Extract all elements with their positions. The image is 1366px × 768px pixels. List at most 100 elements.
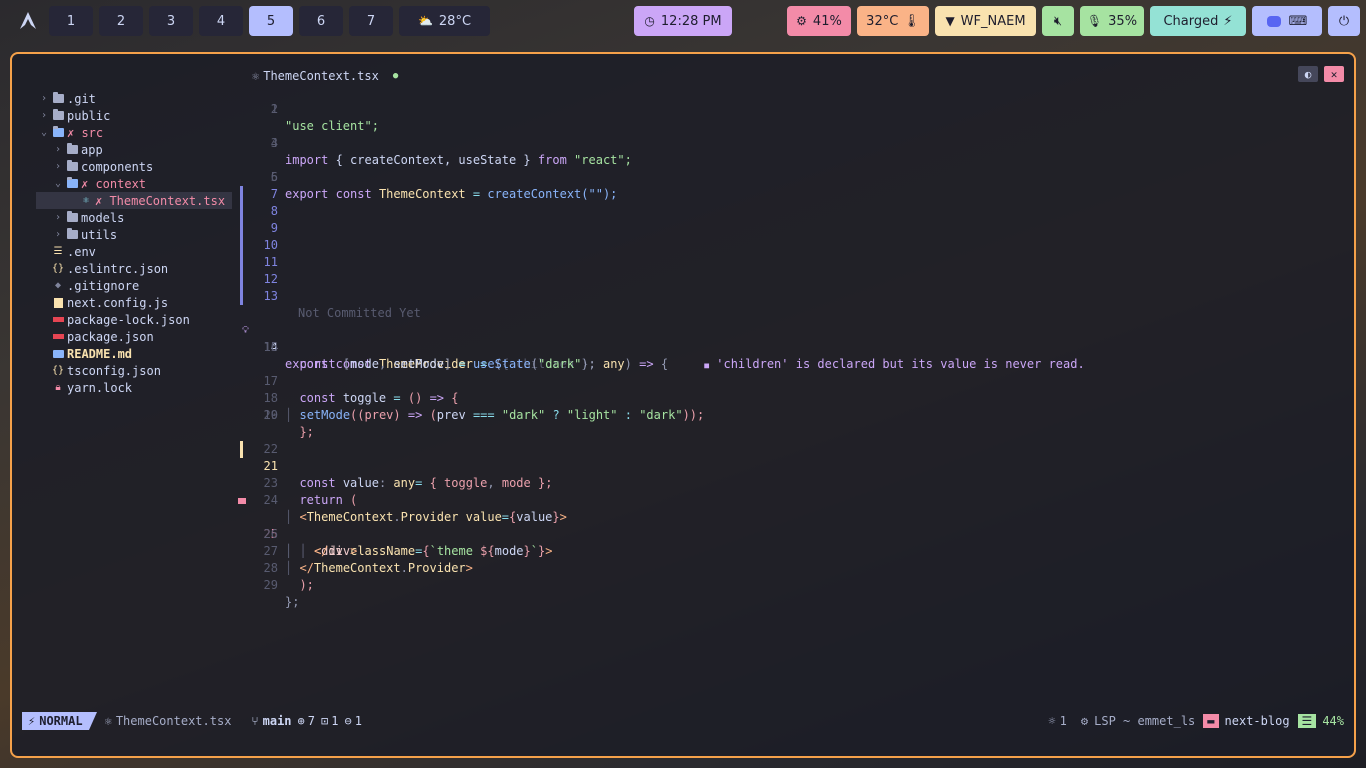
power-icon: ⏻ — [1338, 13, 1350, 29]
code-line: 27 │ </ThemeContext.Provider> — [240, 526, 473, 575]
tree-item-models[interactable]: › models — [52, 209, 124, 226]
line-number: 13 — [263, 289, 278, 303]
workspace-7-button[interactable]: 7 — [349, 6, 393, 36]
removed-count: 1 — [354, 714, 362, 728]
code-editor[interactable]: 1 "use client"; 2 3 import { createConte… — [238, 82, 1340, 722]
folder-icon: ▬ — [1203, 714, 1219, 728]
battery-widget[interactable]: Charged ⚡ — [1150, 6, 1246, 36]
tree-item-label: public — [67, 108, 111, 123]
temperature-widget[interactable]: 32°C 🌡︎ — [857, 6, 929, 36]
file-name: ThemeContext.tsx — [115, 714, 232, 728]
diagnostic-message: 'children' is declared but its value is … — [716, 357, 1085, 371]
tree-item-label: tsconfig.json — [67, 363, 161, 378]
code-text: │ │ </div> — [285, 544, 358, 558]
branch-name: main — [262, 714, 292, 728]
code-line: 29 }; — [240, 560, 300, 609]
code-line: 17 const toggle = () => { — [240, 356, 459, 405]
wifi-icon: ▼ — [945, 14, 955, 28]
diagnostics-hint: ☼ 1 — [1048, 714, 1066, 728]
tree-item-label: models — [81, 210, 125, 225]
tree-item-label: ✗ context — [81, 176, 147, 191]
toggle-icon[interactable]: ◐ — [1298, 66, 1318, 82]
code-line: 28 ); — [240, 543, 314, 592]
tree-item-label: app — [81, 142, 103, 157]
vim-icon: ⚡ — [28, 714, 36, 728]
code-text: │ setMode((prev) => (prev === "dark" ? "… — [285, 408, 705, 422]
code-line: 23 return ( — [240, 458, 358, 507]
cpu-temp: 32°C — [866, 13, 899, 29]
document-icon: ☰ — [1297, 714, 1317, 728]
weather-widget[interactable]: ⛅ 28°C — [399, 6, 490, 36]
tree-item-app[interactable]: › app — [52, 141, 103, 158]
code-text: const toggle = () => { — [299, 391, 459, 405]
progress-percent: 44% — [1322, 714, 1344, 728]
battery-status: Charged — [1163, 13, 1219, 29]
tray-widget[interactable]: ⌨ — [1252, 6, 1322, 36]
workspace-6-button[interactable]: 6 — [299, 6, 343, 36]
code-text: const [mode, setMode] = useState("dark")… — [299, 357, 596, 371]
code-line: 26 │ │ </div> — [240, 509, 358, 558]
tree-item-themecontext[interactable]: ⚛ ✗ ThemeContext.tsx — [36, 192, 232, 209]
wifi-widget[interactable]: ▼ WF_NAEM — [935, 6, 1036, 36]
code-text: const value: any= { toggle, mode }; — [299, 476, 553, 490]
tree-item-utils[interactable]: › utils — [52, 226, 117, 243]
discord-icon[interactable] — [1266, 15, 1281, 27]
tree-item-components[interactable]: › components — [52, 158, 153, 175]
power-button[interactable]: ⏻ — [1328, 6, 1360, 36]
tree-item-yarnlock[interactable]: 🔒︎ yarn.lock — [52, 379, 132, 396]
workspace-2-button[interactable]: 2 — [99, 6, 143, 36]
javascript-icon — [52, 297, 64, 309]
tree-item-src[interactable]: ⌄ ✗ src — [38, 124, 103, 141]
workspace-5-button[interactable]: 5 — [249, 6, 293, 36]
added-count: 7 — [307, 714, 315, 728]
tree-item-label: utils — [81, 227, 118, 242]
tree-item-label: .git — [67, 91, 96, 106]
tree-item-readme[interactable]: README.md — [52, 345, 132, 362]
keyboard-icon[interactable]: ⌨ — [1289, 14, 1308, 29]
clock-widget[interactable]: ◷ 12:28 PM — [634, 6, 732, 36]
tree-item-context[interactable]: ⌄ ✗ context — [52, 175, 146, 192]
tree-item-package[interactable]: package.json — [52, 328, 154, 345]
workspace-1-button[interactable]: 1 — [49, 6, 93, 36]
code-text: return ( — [299, 493, 358, 507]
file-explorer: › .git › public ⌄ ✗ src › app › componen… — [22, 82, 236, 710]
tree-item-label: package-lock.json — [67, 312, 190, 327]
workspace-3-button[interactable]: 3 — [149, 6, 193, 36]
tree-item-label: yarn.lock — [67, 380, 133, 395]
chevron-right-icon: › — [54, 229, 62, 240]
line-number: 10 — [263, 238, 278, 252]
line-number: 12 — [263, 272, 278, 286]
tree-item-public[interactable]: › public — [38, 107, 110, 124]
tree-item-eslintrc[interactable]: {} .eslintrc.json — [52, 260, 168, 277]
code-text: }; — [285, 595, 300, 609]
wifi-ssid: WF_NAEM — [960, 13, 1026, 29]
settings-file-icon: ☰ — [53, 246, 63, 257]
tree-item-env[interactable]: ☰ .env — [52, 243, 96, 260]
git-status: ⑂ main ⊕ 7 ⊡ 1 ⊖ 1 — [251, 714, 362, 728]
tree-item-label: .eslintrc.json — [67, 261, 169, 276]
workspace-4-button[interactable]: 4 — [199, 6, 243, 36]
tree-item-gitignore[interactable]: ◆ .gitignore — [52, 277, 139, 294]
code-line: 13 Not Committed Yet — [240, 288, 421, 320]
tree-item-nextconfig[interactable]: next.config.js — [52, 294, 168, 311]
tree-item-git[interactable]: › .git — [38, 90, 96, 107]
volume-mute-button[interactable]: 🔇︎ — [1042, 6, 1074, 36]
tree-item-package-lock[interactable]: package-lock.json — [52, 311, 190, 328]
separator — [88, 712, 97, 730]
arch-logo-icon[interactable] — [16, 9, 40, 33]
mic-widget[interactable]: 🎙︎ 35% — [1080, 6, 1144, 36]
chevron-down-icon: ⌄ — [40, 127, 48, 138]
chevron-right-icon: › — [40, 110, 48, 121]
added-icon: ⊕ — [297, 714, 305, 728]
tree-item-tsconfig[interactable]: {} tsconfig.json — [52, 362, 161, 379]
code-line: 18 │ setMode((prev) => (prev === "dark" … — [240, 373, 705, 422]
removed-icon: ⊖ — [344, 714, 352, 728]
sun-icon: ☼ — [1048, 714, 1056, 728]
cpu-widget[interactable]: ⚙ 41% — [787, 6, 851, 36]
chevron-right-icon: › — [54, 212, 62, 223]
close-icon[interactable]: ✕ — [1324, 66, 1344, 82]
code-line: 21 const value: any= { toggle, mode }; — [240, 424, 552, 490]
window-controls: ◐ ✕ — [1298, 66, 1344, 82]
code-text: }; — [299, 425, 314, 439]
tree-item-label: next.config.js — [67, 295, 169, 310]
